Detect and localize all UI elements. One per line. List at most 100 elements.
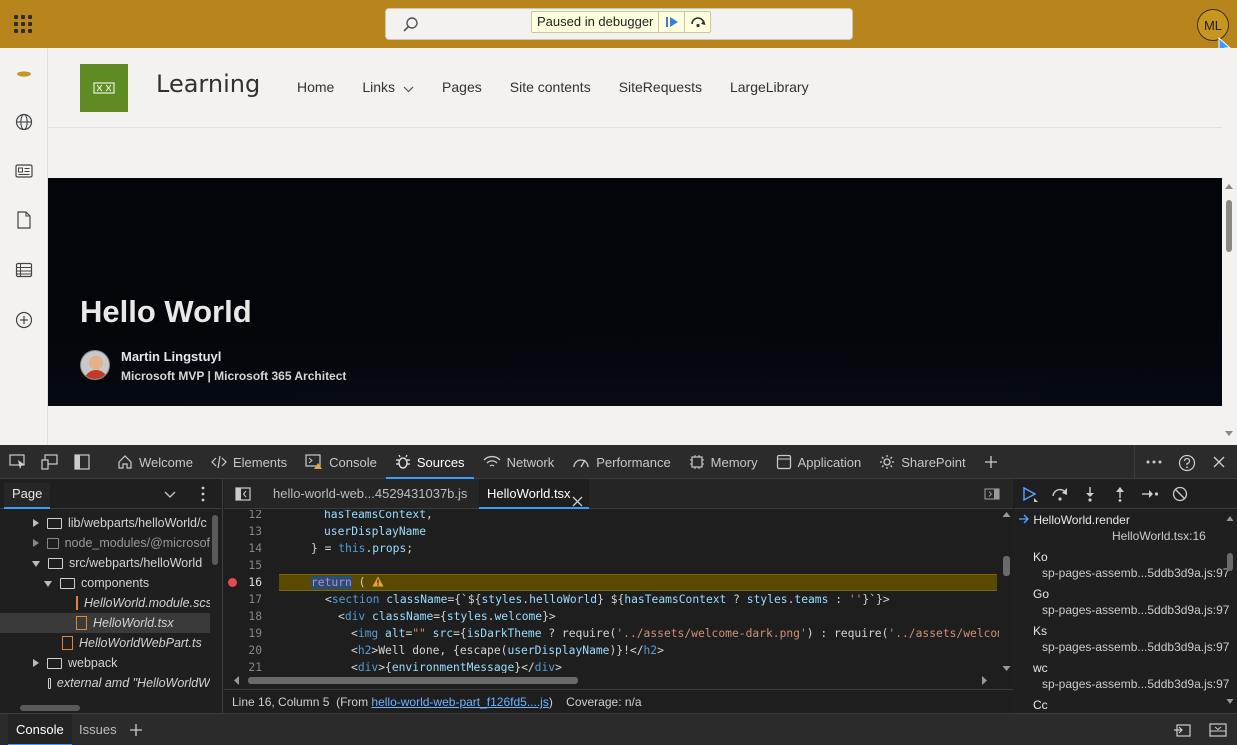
news-icon[interactable]: [14, 161, 34, 181]
nav-pages[interactable]: Pages: [442, 79, 482, 96]
code-line: 15: [224, 557, 999, 574]
current-frame-arrow-icon: [1018, 513, 1030, 527]
tab-page[interactable]: Page: [4, 483, 51, 509]
tree-folder-node-modules[interactable]: node_modules/@microsof: [0, 533, 210, 553]
drawer-tab-console[interactable]: Console: [8, 714, 72, 745]
tab-network-label: Network: [506, 454, 555, 470]
navigator-horizontal-scrollbar[interactable]: [20, 705, 80, 711]
call-frame-location: sp-pages-assemb...5ddb3d9a.js:97: [1042, 640, 1230, 654]
step-over-icon[interactable]: [684, 12, 710, 32]
tree-folder-lib[interactable]: lib/webparts/helloWorld/c: [0, 513, 210, 533]
kebab-menu-icon[interactable]: [200, 486, 206, 505]
author-name[interactable]: Martin Lingstuyl: [121, 349, 221, 364]
call-frame-current[interactable]: HelloWorld.render: [1018, 513, 1228, 527]
tab-network[interactable]: Network: [474, 445, 564, 479]
code-view[interactable]: 12 hasTeamsContext, 13 userDisplayName 14}…: [224, 510, 999, 673]
resume-icon[interactable]: [1020, 485, 1040, 503]
code-line: 14} = this.props;: [224, 540, 999, 557]
nav-home[interactable]: Home: [297, 79, 334, 96]
call-frame[interactable]: wc: [1033, 661, 1237, 675]
code-line: 12 hasTeamsContext,: [224, 510, 999, 523]
app-launcher-icon[interactable]: [14, 15, 32, 33]
close-drawer-icon[interactable]: [1209, 722, 1227, 741]
tab-performance[interactable]: Performance: [563, 445, 679, 479]
tree-file-webpart-ts[interactable]: HelloWorldWebPart.ts: [0, 633, 210, 653]
editor-tabs: hello-world-web...4529431037b.js HelloWo…: [224, 479, 1013, 509]
call-frame-name: Go: [1033, 587, 1050, 601]
file-navigator: Page lib/webparts/helloWorld/c node_modu…: [0, 479, 223, 713]
navigator-scrollbar[interactable]: [212, 515, 218, 565]
tab-sources[interactable]: Sources: [385, 445, 474, 479]
toggle-navigator-icon[interactable]: [235, 487, 251, 504]
nav-siterequests[interactable]: SiteRequests: [619, 79, 702, 96]
more-options-icon[interactable]: [1145, 454, 1163, 470]
wifi-icon: [483, 455, 501, 467]
tab-welcome-label: Welcome: [139, 454, 193, 470]
step-icon[interactable]: [1140, 485, 1160, 503]
resume-icon[interactable]: [658, 12, 684, 32]
tab-sharepoint[interactable]: SharePoint: [870, 445, 974, 479]
code-line-current: 16 return (: [224, 574, 999, 591]
tree-file-helloworld-tsx[interactable]: HelloWorld.tsx: [0, 613, 210, 633]
tab-console[interactable]: Console: [296, 445, 386, 479]
paused-label: Paused in debugger: [537, 14, 654, 29]
tree-folder-external-amd[interactable]: external amd "HelloWorldW: [0, 673, 210, 693]
chevron-down-icon[interactable]: [164, 487, 176, 502]
devtools-actions: [1134, 445, 1237, 479]
tab-application[interactable]: Application: [767, 445, 871, 479]
page-scrollbar[interactable]: [1222, 178, 1237, 445]
warning-icon: [372, 576, 384, 589]
create-icon[interactable]: [14, 310, 34, 330]
dock-to-main-icon[interactable]: [1173, 722, 1191, 741]
dock-side-icon[interactable]: [74, 454, 92, 470]
line-number: 16: [248, 576, 262, 589]
call-frame[interactable]: Cc: [1033, 698, 1237, 713]
step-into-icon[interactable]: [1080, 485, 1100, 503]
nav-site-contents[interactable]: Site contents: [510, 79, 591, 96]
site-header: Learning Home Links Pages Site contents …: [48, 48, 1222, 128]
editor-tab-bundle-js[interactable]: hello-world-web...4529431037b.js: [273, 479, 467, 509]
help-icon[interactable]: [1178, 454, 1196, 472]
tree-folder-webpack[interactable]: webpack: [0, 653, 210, 673]
editor-tab-helloworld-tsx[interactable]: HelloWorld.tsx: [479, 479, 589, 509]
nav-links[interactable]: Links: [362, 79, 414, 96]
site-title[interactable]: Learning: [156, 70, 260, 98]
tree-folder-src[interactable]: src/webparts/helloWorld: [0, 553, 210, 573]
source-from-suffix: ): [548, 695, 553, 709]
call-stack-scrollbar[interactable]: [1226, 515, 1234, 705]
close-devtools-icon[interactable]: [1211, 454, 1229, 470]
bug-icon: [395, 454, 410, 469]
code-line: 21 <div>{environmentMessage}</div>: [224, 659, 999, 673]
tree-folder-components[interactable]: components: [0, 573, 210, 593]
tab-memory[interactable]: Memory: [680, 445, 767, 479]
step-over-icon[interactable]: [1050, 485, 1070, 503]
call-frame[interactable]: Go: [1033, 587, 1237, 601]
editor-horizontal-scrollbar[interactable]: [224, 673, 1000, 687]
deactivate-breakpoints-icon[interactable]: [1170, 485, 1190, 503]
toggle-debugger-sidebar-icon[interactable]: [984, 488, 1000, 503]
device-emulation-icon[interactable]: [41, 454, 59, 470]
lists-icon[interactable]: [14, 260, 34, 280]
globe-icon[interactable]: [14, 112, 34, 132]
call-frame[interactable]: Ks: [1033, 624, 1237, 638]
step-out-icon[interactable]: [1110, 485, 1130, 503]
editor-vertical-scrollbar[interactable]: [1000, 510, 1013, 673]
more-tools-plus-icon[interactable]: [975, 445, 1013, 479]
files-icon[interactable]: [14, 210, 34, 230]
page-title: Hello World: [80, 294, 252, 329]
inspect-element-icon[interactable]: [9, 454, 27, 470]
author-avatar[interactable]: [80, 350, 110, 380]
sharepoint-home-icon[interactable]: [14, 64, 34, 84]
drawer-tab-issues[interactable]: Issues: [71, 714, 125, 745]
tree-file-module-scss[interactable]: HelloWorld.module.scss: [0, 593, 210, 613]
call-frame[interactable]: Ko: [1033, 550, 1237, 564]
tab-welcome[interactable]: Welcome: [108, 445, 202, 479]
site-logo[interactable]: [80, 64, 128, 112]
console-warning-icon: [305, 454, 323, 469]
line-number: 18: [248, 610, 262, 623]
tab-elements[interactable]: Elements: [202, 445, 296, 479]
add-drawer-tab-icon[interactable]: [129, 723, 143, 740]
source-from-prefix: (From: [336, 695, 372, 709]
source-map-link[interactable]: hello-world-web-part_f126fd5....js: [371, 695, 548, 709]
nav-largelibrary[interactable]: LargeLibrary: [730, 79, 809, 96]
